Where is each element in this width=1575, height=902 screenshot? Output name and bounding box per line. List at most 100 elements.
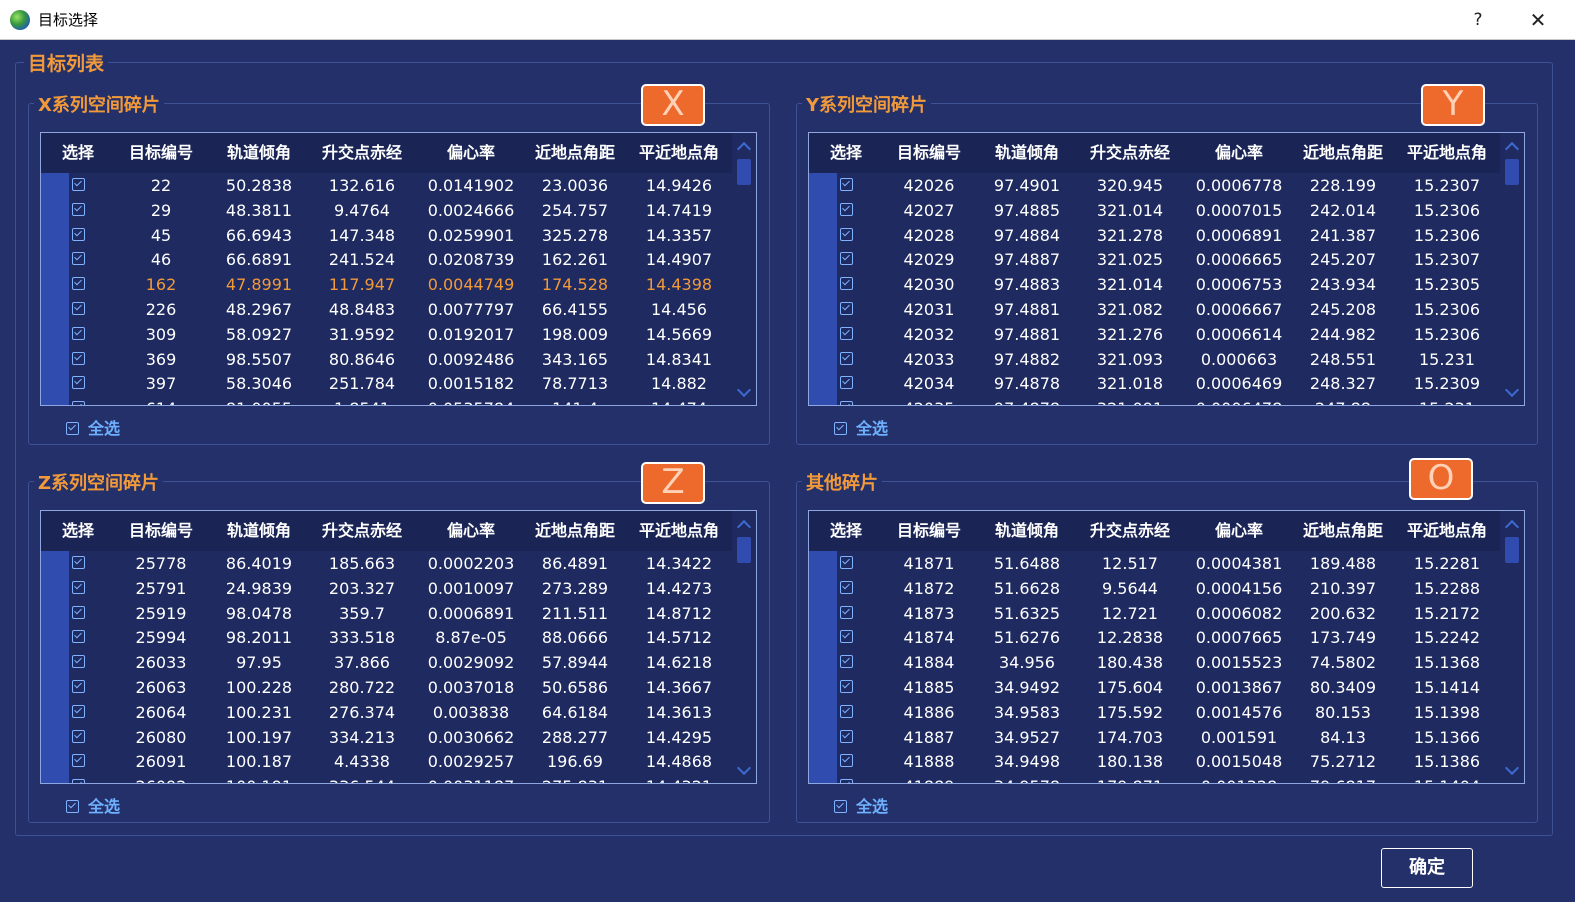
row-checkbox[interactable] xyxy=(840,655,853,669)
row-checkbox[interactable] xyxy=(72,326,85,340)
column-header[interactable]: 偏心率 xyxy=(421,133,521,173)
table-row[interactable]: 41874 51.6276 12.2838 0.0007665 173.749 15.22… xyxy=(809,625,1500,650)
table-row[interactable]: 4188934.9578179.871 0.001328 79.6817 15.140… xyxy=(809,774,1500,783)
checkbox-icon[interactable] xyxy=(66,800,79,813)
table-row[interactable]: 25919 98.0478 359.7 0.0006891 211.511 14.8712 xyxy=(41,601,732,626)
table-row[interactable]: 42026 97.4901 320.945 0.0006778 228.199 15.23… xyxy=(809,173,1500,198)
vertical-scrollbar[interactable] xyxy=(732,133,756,405)
table-row[interactable]: 25791 24.9839 203.327 0.0010097 273.289 14.42… xyxy=(41,576,732,601)
row-checkbox[interactable] xyxy=(840,680,853,693)
column-header[interactable]: 目标编号 xyxy=(879,133,979,173)
row-checkbox[interactable] xyxy=(72,729,85,743)
scroll-thumb[interactable] xyxy=(737,159,751,185)
table-row[interactable]: 42033 97.4882 321.093 0.000663 248.551 15.231 xyxy=(809,347,1500,372)
row-checkbox[interactable] xyxy=(840,556,853,569)
column-header[interactable]: 目标编号 xyxy=(879,511,979,551)
table-row[interactable]: 46 66.6891 241.524 0.0208739 162.261 14.4907 xyxy=(41,247,732,272)
table-row[interactable]: 369 98.5507 80.8646 0.0092486 343.165 14.8341 xyxy=(41,347,732,372)
table-row[interactable]: 41885 34.9492 175.604 0.0013867 80.3409 15.14… xyxy=(809,675,1500,700)
column-header[interactable]: 偏心率 xyxy=(421,511,521,551)
row-checkbox[interactable] xyxy=(840,277,853,291)
row-checkbox[interactable] xyxy=(840,729,853,743)
row-checkbox[interactable] xyxy=(72,630,85,644)
help-button[interactable]: ? xyxy=(1460,6,1496,34)
scroll-down-icon[interactable] xyxy=(1504,385,1520,399)
scroll-up-icon[interactable] xyxy=(736,517,752,531)
checkbox-icon[interactable] xyxy=(834,422,847,435)
column-header[interactable]: 平近地点角 xyxy=(1397,133,1497,173)
row-checkbox[interactable] xyxy=(72,779,85,783)
column-header[interactable]: 轨道倾角 xyxy=(977,511,1077,551)
table-row[interactable]: 42034 97.4878 321.018 0.0006469 248.327 15.23… xyxy=(809,371,1500,396)
table-row[interactable]: 41886 34.9583 175.592 0.0014576 80.153 15.139… xyxy=(809,700,1500,725)
column-header[interactable]: 轨道倾角 xyxy=(209,511,309,551)
scroll-up-icon[interactable] xyxy=(1504,139,1520,153)
table-row[interactable]: 226 48.2967 48.8483 0.0077797 66.4155 14.456 xyxy=(41,297,732,322)
vertical-scrollbar[interactable] xyxy=(1500,133,1524,405)
column-header[interactable]: 平近地点角 xyxy=(629,133,729,173)
row-checkbox[interactable] xyxy=(72,680,85,693)
row-checkbox[interactable] xyxy=(840,630,853,644)
table-row[interactable]: 61481.00551.8541 0.0535784 141.4 14.474 xyxy=(41,396,732,405)
column-header[interactable]: 轨道倾角 xyxy=(209,133,309,173)
row-checkbox[interactable] xyxy=(72,202,85,216)
table-row[interactable]: 26092100.191336.544 0.0031187 275.831 14.43… xyxy=(41,774,732,783)
column-header[interactable]: 平近地点角 xyxy=(1397,511,1497,551)
scroll-down-icon[interactable] xyxy=(1504,763,1520,777)
series-y-button[interactable]: Y xyxy=(1421,84,1485,126)
checkbox-icon[interactable] xyxy=(834,800,847,813)
table-row[interactable]: 26091 100.187 4.4338 0.0029257 196.69 14.4868 xyxy=(41,749,732,774)
row-checkbox[interactable] xyxy=(72,401,85,405)
row-checkbox[interactable] xyxy=(840,605,853,619)
column-header[interactable]: 偏心率 xyxy=(1189,511,1289,551)
row-checkbox[interactable] xyxy=(840,401,853,405)
table-row[interactable]: 41884 34.956 180.438 0.0015523 74.5802 15.136… xyxy=(809,650,1500,675)
table-row[interactable]: 42027 97.4885 321.014 0.0007015 242.014 15.23… xyxy=(809,198,1500,223)
table-row[interactable]: 41888 34.9498 180.138 0.0015048 75.2712 15.13… xyxy=(809,749,1500,774)
column-header[interactable]: 偏心率 xyxy=(1189,133,1289,173)
vertical-scrollbar[interactable] xyxy=(1500,511,1524,783)
column-header[interactable]: 近地点角距 xyxy=(525,511,625,551)
row-checkbox[interactable] xyxy=(72,227,85,241)
row-checkbox[interactable] xyxy=(72,351,85,365)
row-checkbox[interactable] xyxy=(72,556,85,569)
row-checkbox[interactable] xyxy=(72,754,85,768)
row-checkbox[interactable] xyxy=(840,580,853,594)
row-checkbox[interactable] xyxy=(72,376,85,390)
row-checkbox[interactable] xyxy=(72,178,85,191)
row-checkbox[interactable] xyxy=(840,326,853,340)
table-row[interactable]: 42028 97.4884 321.278 0.0006891 241.387 15.23… xyxy=(809,223,1500,248)
series-other-button[interactable]: O xyxy=(1409,458,1473,500)
column-header[interactable]: 平近地点角 xyxy=(629,511,729,551)
column-header[interactable]: 轨道倾角 xyxy=(977,133,1077,173)
table-row[interactable]: 42032 97.4881 321.276 0.0006614 244.982 15.23… xyxy=(809,322,1500,347)
row-checkbox[interactable] xyxy=(840,779,853,783)
table-row[interactable]: 41887 34.9527 174.703 0.001591 84.13 15.1366 xyxy=(809,725,1500,750)
row-checkbox[interactable] xyxy=(840,351,853,365)
table-row[interactable]: 42030 97.4883 321.014 0.0006753 243.934 15.23… xyxy=(809,272,1500,297)
column-header[interactable]: 升交点赤经 xyxy=(1080,133,1180,173)
row-checkbox[interactable] xyxy=(840,202,853,216)
table-row[interactable]: 45 66.6943 147.348 0.0259901 325.278 14.3357 xyxy=(41,223,732,248)
table-row[interactable]: 26064 100.231 276.374 0.003838 64.6184 14.361… xyxy=(41,700,732,725)
table-row[interactable]: 162 47.8991 117.947 0.0044749 174.528 14.4398 xyxy=(41,272,732,297)
table-row[interactable]: 29 48.3811 9.4764 0.0024666 254.757 14.7419 xyxy=(41,198,732,223)
row-checkbox[interactable] xyxy=(72,655,85,669)
scroll-thumb[interactable] xyxy=(1505,537,1519,563)
row-checkbox[interactable] xyxy=(840,302,853,315)
table-row[interactable]: 41871 51.6488 12.517 0.0004381 189.488 15.228… xyxy=(809,551,1500,576)
table-row[interactable]: 42029 97.4887 321.025 0.0006665 245.207 15.23… xyxy=(809,247,1500,272)
row-checkbox[interactable] xyxy=(72,605,85,619)
checkbox-icon[interactable] xyxy=(66,422,79,435)
column-header[interactable]: 升交点赤经 xyxy=(1080,511,1180,551)
column-header[interactable]: 目标编号 xyxy=(111,511,211,551)
row-checkbox[interactable] xyxy=(840,376,853,390)
table-row[interactable]: 22 50.2838 132.616 0.0141902 23.0036 14.9426 xyxy=(41,173,732,198)
ok-button[interactable]: 确定 xyxy=(1381,848,1473,888)
column-header[interactable]: 近地点角距 xyxy=(525,133,625,173)
row-checkbox[interactable] xyxy=(840,227,853,241)
column-header[interactable]: 目标编号 xyxy=(111,133,211,173)
table-row[interactable]: 41872 51.6628 9.5644 0.0004156 210.397 15.228… xyxy=(809,576,1500,601)
row-checkbox[interactable] xyxy=(840,252,853,266)
row-checkbox[interactable] xyxy=(72,302,85,315)
